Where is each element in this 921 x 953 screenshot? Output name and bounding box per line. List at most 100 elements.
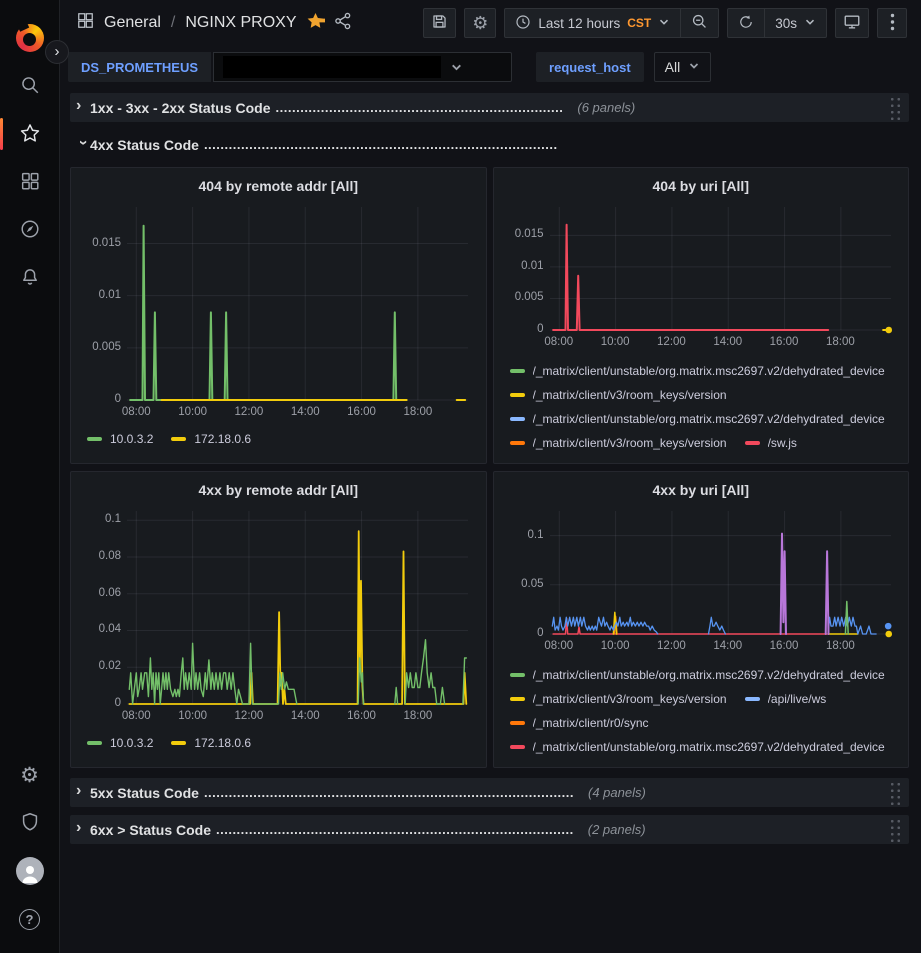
panel-title[interactable]: 404 by remote addr [All]: [81, 175, 476, 199]
favorite-star-icon[interactable]: [306, 11, 325, 35]
legend-label: 172.18.0.6: [194, 432, 251, 446]
panel-title[interactable]: 4xx by remote addr [All]: [81, 479, 476, 503]
sidebar-item-help[interactable]: ?: [0, 895, 60, 943]
sidebar-item-search[interactable]: [0, 62, 60, 110]
time-range-picker[interactable]: Last 12 hours CST: [505, 9, 680, 37]
dashboard-body: › 1xx - 3xx - 2xx Status Code ..........…: [60, 88, 921, 953]
panel-title[interactable]: 4xx by uri [All]: [504, 479, 899, 503]
legend-item[interactable]: 10.0.3.2: [87, 733, 153, 753]
panel-404-by-uri: 404 by uri [All] 00.0050.010.01508:0010:…: [493, 167, 910, 464]
x-axis-tick-label: 18:00: [396, 710, 440, 722]
toolbar-actions: ⚙ Last 12 hours CST: [423, 8, 907, 38]
x-axis-tick-label: 12:00: [649, 640, 693, 652]
drag-handle-icon[interactable]: [888, 780, 901, 806]
legend-swatch: [510, 393, 525, 397]
legend-label: /_matrix/client/unstable/org.matrix.msc2…: [533, 740, 885, 754]
sidebar-item-server-admin[interactable]: [0, 799, 60, 847]
row-4xx[interactable]: › 4xx Status Code ......................…: [70, 130, 909, 159]
legend-item[interactable]: /api/live/ws: [745, 687, 827, 711]
dashboard-settings-button[interactable]: ⚙: [464, 8, 496, 38]
refresh-button[interactable]: [728, 9, 764, 37]
y-axis-tick-label: 0.08: [81, 550, 121, 562]
sidebar-expand-button[interactable]: ›: [45, 40, 69, 64]
refresh-interval-label: 30s: [775, 16, 797, 31]
legend-item[interactable]: 10.0.3.2: [87, 429, 153, 449]
dashboard-toolbar: General / NGINX PROXY ⚙ Last 12 hours CS…: [60, 0, 921, 46]
legend-item[interactable]: 172.18.0.6: [171, 429, 251, 449]
legend-swatch: [745, 697, 760, 701]
clock-icon: [515, 14, 531, 33]
monitor-icon: [843, 13, 861, 34]
legend-item[interactable]: /sw.js: [745, 431, 797, 455]
x-axis-tick-label: 16:00: [762, 336, 806, 348]
panels-row-1: 404 by remote addr [All] 00.0050.010.015…: [70, 167, 909, 464]
breadcrumb-separator: /: [171, 14, 175, 32]
breadcrumb-dashboard-title[interactable]: NGINX PROXY: [185, 14, 296, 32]
zoom-out-time-button[interactable]: [680, 9, 718, 37]
legend-swatch: [510, 441, 525, 445]
chevron-down-icon: [658, 16, 670, 31]
x-axis-tick-label: 12:00: [649, 336, 693, 348]
x-axis-tick-label: 10:00: [171, 406, 215, 418]
refresh-interval-picker[interactable]: 30s: [764, 9, 826, 37]
legend-swatch: [510, 673, 525, 677]
legend-item[interactable]: /_matrix/client/unstable/org.matrix.msc2…: [510, 663, 885, 687]
share-icon[interactable]: [334, 12, 352, 35]
zoom-out-icon: [691, 13, 708, 33]
sidebar-item-configuration[interactable]: ⚙: [0, 751, 60, 799]
drag-handle-icon[interactable]: [888, 95, 901, 121]
row-leader-dots: ........................................…: [276, 100, 564, 115]
legend-item[interactable]: 172.18.0.6: [171, 733, 251, 753]
legend-item[interactable]: /_matrix/client/v3/room_keys/version: [510, 687, 727, 711]
x-axis-tick-label: 10:00: [593, 336, 637, 348]
sidebar-item-explore[interactable]: [0, 206, 60, 254]
sidebar-item-profile[interactable]: [0, 847, 60, 895]
legend-item[interactable]: /_matrix/client/unstable/org.matrix.msc2…: [510, 359, 885, 383]
chevron-down-icon: ›: [75, 138, 91, 152]
help-icon: ?: [19, 909, 40, 930]
time-range-label: Last 12 hours: [538, 16, 620, 31]
y-axis-tick-label: 0.01: [504, 260, 544, 272]
gear-icon: ⚙: [20, 765, 39, 786]
refresh-group: 30s: [727, 8, 827, 38]
row-1xx-3xx-2xx[interactable]: › 1xx - 3xx - 2xx Status Code ..........…: [70, 93, 909, 122]
legend-swatch: [87, 437, 102, 441]
legend-item[interactable]: /_matrix/client/unstable/org.matrix.msc2…: [510, 735, 885, 759]
row-leader-dots: ........................................…: [204, 137, 558, 152]
sidebar-item-starred[interactable]: [0, 110, 60, 158]
chevron-down-icon: [688, 59, 700, 75]
timeseries-chart[interactable]: 00.020.040.060.080.108:0010:0012:0014:00…: [81, 503, 476, 725]
timeseries-chart[interactable]: 00.0050.010.01508:0010:0012:0014:0016:00…: [81, 199, 476, 421]
timeseries-chart[interactable]: 00.050.108:0010:0012:0014:0016:0018:00: [504, 503, 899, 655]
host-variable-label[interactable]: request_host: [536, 52, 644, 82]
row-6xx[interactable]: › 6xx > Status Code ....................…: [70, 815, 909, 844]
row-panel-count: (6 panels): [577, 100, 635, 115]
y-axis-tick-label: 0: [81, 697, 121, 709]
kebab-menu-icon: [890, 13, 895, 34]
datasource-variable-label[interactable]: DS_PROMETHEUS: [68, 52, 211, 82]
drag-handle-icon[interactable]: [888, 817, 901, 843]
sidebar-item-dashboards[interactable]: [0, 158, 60, 206]
breadcrumb-folder[interactable]: General: [104, 14, 161, 32]
x-axis-tick-label: 16:00: [762, 640, 806, 652]
datasource-variable-select[interactable]: [213, 52, 512, 82]
chevron-right-icon: ›: [76, 98, 90, 117]
breadcrumb: General / NGINX PROXY: [76, 11, 352, 35]
timeseries-chart[interactable]: 00.0050.010.01508:0010:0012:0014:0016:00…: [504, 199, 899, 351]
row-panel-count: (4 panels): [588, 785, 646, 800]
bell-icon: [19, 266, 41, 291]
dashboards-grid-icon: [19, 170, 41, 195]
more-options-button[interactable]: [877, 8, 907, 38]
legend-item[interactable]: /_matrix/client/r0/sync: [510, 711, 649, 735]
panel-title[interactable]: 404 by uri [All]: [504, 175, 899, 199]
host-variable-select[interactable]: All: [654, 52, 712, 82]
legend-item[interactable]: /_matrix/client/v3/room_keys/version: [510, 431, 727, 455]
row-5xx[interactable]: › 5xx Status Code ......................…: [70, 778, 909, 807]
sidebar-item-alerting[interactable]: [0, 254, 60, 302]
tv-mode-button[interactable]: [835, 8, 869, 38]
y-axis-tick-label: 0: [504, 323, 544, 335]
save-dashboard-button[interactable]: [423, 8, 456, 38]
legend-item[interactable]: /_matrix/client/unstable/org.matrix.msc2…: [510, 407, 885, 431]
legend-item[interactable]: /_matrix/client/v3/room_keys/version: [510, 383, 727, 407]
row-title: 1xx - 3xx - 2xx Status Code: [90, 100, 271, 116]
